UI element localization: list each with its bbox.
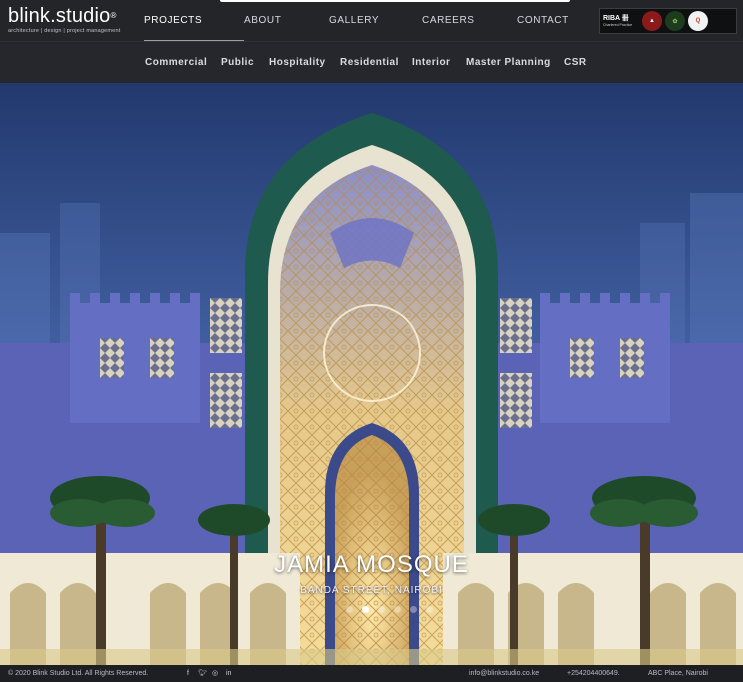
site-footer: © 2020 Blink Studio Ltd. All Rights Rese… [0,665,743,682]
logo-text: blink.studio [8,5,111,27]
logo-registered-mark: ® [110,11,117,20]
slide-subtitle: BANDA STREET, NAIROBI [300,585,443,596]
category-interior[interactable]: Interior [412,42,450,84]
nav-gallery[interactable]: GALLERY [329,0,422,41]
nav-projects[interactable]: PROJECTS [144,0,244,41]
iso-badge-icon: Q [688,11,708,31]
slide-dot[interactable] [378,606,385,613]
facebook-icon[interactable]: f [187,665,189,682]
footer-phone-link[interactable]: +254204400649. [567,665,620,682]
category-csr[interactable]: CSR [564,42,587,84]
brand-logo[interactable]: blink.studio® architecture | design | pr… [8,5,121,38]
slide-dot[interactable] [394,606,401,613]
category-hospitality[interactable]: Hospitality [269,42,326,84]
slide-indicators [346,606,433,613]
slide-dot[interactable] [410,606,417,613]
hero-slider[interactable]: JAMIA MOSQUE BANDA STREET, NAIROBI [0,83,743,665]
category-public[interactable]: Public [221,42,254,84]
footer-email-link[interactable]: info@blinkstudio.co.ke [469,665,539,682]
category-residential[interactable]: Residential [340,42,399,84]
category-commercial[interactable]: Commercial [145,42,207,84]
green-building-badge-icon: ✿ [665,11,685,31]
copyright-text: © 2020 Blink Studio Ltd. All Rights Rese… [8,670,149,677]
instagram-icon[interactable]: ◎ [212,665,218,682]
nav-careers[interactable]: CAREERS [422,0,517,41]
twitter-icon[interactable]: 🐦︎ [198,665,207,682]
nav-about[interactable]: ABOUT [244,0,329,41]
linkedin-icon[interactable]: in [226,665,231,682]
category-master-planning[interactable]: Master Planning [466,42,551,84]
project-category-nav: Commercial Public Hospitality Residentia… [0,41,743,83]
main-navigation: PROJECTS ABOUT GALLERY CAREERS CONTACT [144,0,577,41]
footer-address: ABC Place, Nairobi [648,670,708,677]
triangle-badge-icon: ▲ [642,11,662,31]
logo-tagline: architecture | design | project manageme… [8,28,121,34]
slide-title: JAMIA MOSQUE [274,551,469,578]
slide-dot-active[interactable] [362,606,369,613]
slide-dot[interactable] [346,606,353,613]
accreditation-badges: RIBA 卌 Chartered Practice ▲ ✿ Q [599,8,737,34]
slide-dot[interactable] [426,606,433,613]
site-header: blink.studio® architecture | design | pr… [0,0,743,41]
nav-contact[interactable]: CONTACT [517,0,577,41]
riba-logo: RIBA 卌 Chartered Practice [603,15,633,27]
